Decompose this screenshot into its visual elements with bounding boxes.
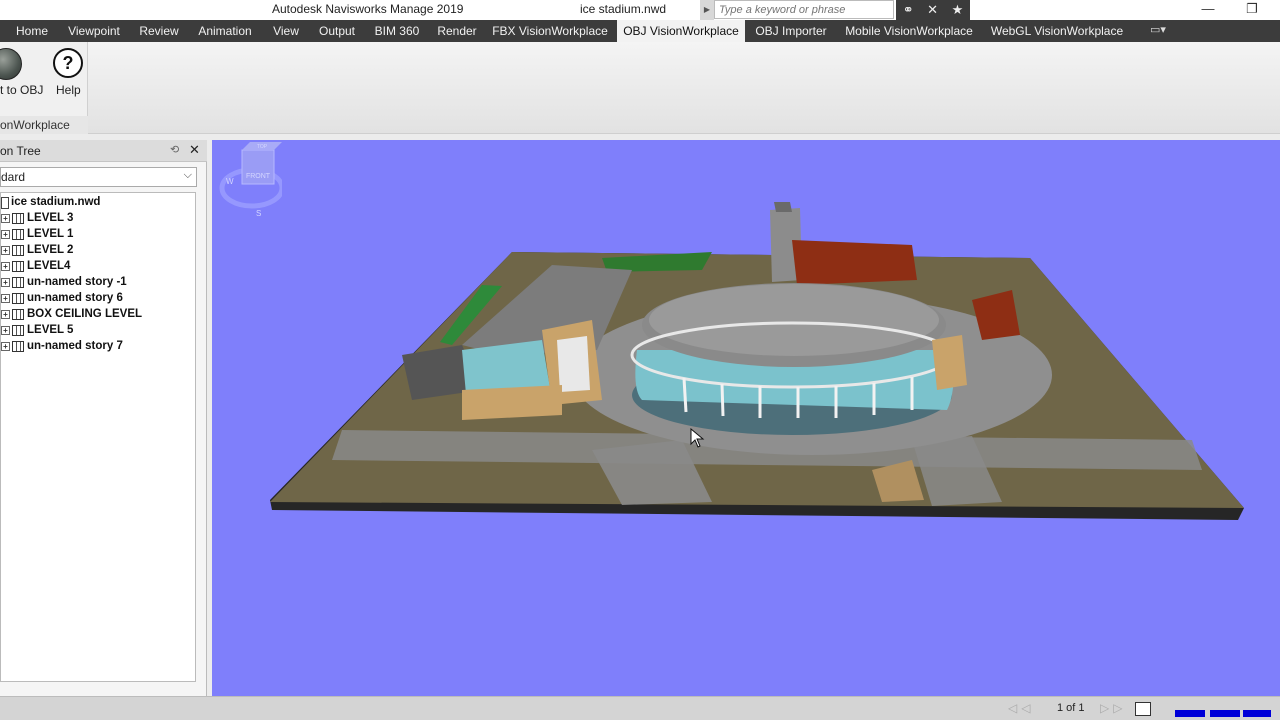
tab-render[interactable]: Render xyxy=(432,20,482,42)
mouse-cursor-icon xyxy=(690,428,705,448)
tab-review[interactable]: Review xyxy=(134,20,184,42)
next-last-sheet-icon[interactable]: ▷▷ xyxy=(1100,701,1126,715)
layer-icon xyxy=(12,277,24,288)
close-icon[interactable]: ✕ xyxy=(189,142,200,158)
arena-roof-top xyxy=(649,284,939,356)
tab-mobile-visionworkplace[interactable]: Mobile VisionWorkplace xyxy=(840,20,978,42)
viewcube[interactable]: FRONT TOP W S xyxy=(212,140,282,216)
favorites-star-icon[interactable]: ★ xyxy=(952,2,964,18)
pin-icon[interactable]: ⟲ xyxy=(170,143,179,156)
3d-viewport[interactable]: FRONT TOP W S xyxy=(212,140,1280,696)
restore-button[interactable]: ❐ xyxy=(1230,0,1274,20)
selection-tree: ice stadium.nwd + LEVEL 3 + LEVEL 1 + LE… xyxy=(0,192,196,682)
help-button[interactable]: Help xyxy=(56,83,81,97)
ribbon-group-title: onWorkplace xyxy=(0,116,88,134)
tab-webgl-visionworkplace[interactable]: WebGL VisionWorkplace xyxy=(986,20,1128,42)
tree-item-label: LEVEL4 xyxy=(27,260,71,272)
layer-icon xyxy=(12,293,24,304)
selection-tree-panel: on Tree ⟲ ✕ dard ⌵ ice stadium.nwd + LEV… xyxy=(0,140,207,696)
tower-top xyxy=(774,202,792,212)
expand-icon[interactable]: + xyxy=(1,230,10,239)
layer-icon xyxy=(12,341,24,352)
podium-tan xyxy=(462,385,562,420)
panel-header: on Tree ⟲ ✕ xyxy=(0,140,207,162)
status-bar: ◁◁ 1 of 1 ▷▷ xyxy=(0,696,1280,720)
app-title: Autodesk Navisworks Manage 2019 xyxy=(272,2,464,16)
layer-icon xyxy=(12,261,24,272)
tree-item-label: LEVEL 1 xyxy=(27,228,74,240)
navisworks-window: Autodesk Navisworks Manage 2019 ice stad… xyxy=(0,0,1280,720)
tab-output[interactable]: Output xyxy=(313,20,361,42)
tree-item-label: LEVEL 5 xyxy=(27,324,74,336)
ribbon-panel: ? rt to OBJ Help onWorkplace xyxy=(0,42,1280,134)
page-count: 1 of 1 xyxy=(1057,702,1085,714)
tree-root-label: ice stadium.nwd xyxy=(11,196,101,208)
tab-viewpoint[interactable]: Viewpoint xyxy=(62,20,126,42)
tree-item-label: un-named story 7 xyxy=(27,340,123,352)
search-expand-icon[interactable]: ▶ xyxy=(700,0,714,20)
ribbon-options-icon[interactable]: ▭▾ xyxy=(1150,23,1180,39)
dropdown-value: dard xyxy=(1,170,26,184)
help-icon[interactable]: ? xyxy=(53,48,83,78)
viewcube-top-label[interactable]: TOP xyxy=(257,144,268,150)
tree-item-label: LEVEL 2 xyxy=(27,244,74,256)
layer-icon xyxy=(12,245,24,256)
convert-obj-icon[interactable] xyxy=(0,48,22,80)
layer-icon xyxy=(12,325,24,336)
layer-icon xyxy=(12,309,24,320)
first-prev-sheet-icon[interactable]: ◁◁ xyxy=(1008,701,1034,715)
tab-view[interactable]: View xyxy=(266,20,306,42)
expand-icon[interactable]: + xyxy=(1,326,10,335)
expand-icon[interactable]: + xyxy=(1,246,10,255)
tree-item-label: BOX CEILING LEVEL xyxy=(27,308,143,320)
tab-bim360[interactable]: BIM 360 xyxy=(370,20,424,42)
file-icon xyxy=(1,197,9,209)
compass-west-label[interactable]: W xyxy=(226,177,234,186)
layer-icon xyxy=(12,229,24,240)
expand-icon[interactable]: + xyxy=(1,294,10,303)
tree-item-label: un-named story 6 xyxy=(27,292,123,304)
compass-south-label[interactable]: S xyxy=(256,209,261,216)
disk-performance-icon[interactable] xyxy=(1210,701,1240,717)
stadium-model xyxy=(270,202,1244,520)
viewcube-face-label[interactable]: FRONT xyxy=(246,173,271,180)
tower-windows xyxy=(557,336,590,392)
title-tools: ⚭ ✕ ★ xyxy=(896,0,970,20)
convert-to-obj-button[interactable]: rt to OBJ xyxy=(0,83,43,97)
expand-icon[interactable]: + xyxy=(1,310,10,319)
tree-mode-dropdown[interactable]: dard ⌵ xyxy=(0,167,197,187)
document-title: ice stadium.nwd xyxy=(580,2,667,16)
tab-fbx-visionworkplace[interactable]: FBX VisionWorkplace xyxy=(490,20,610,42)
title-bar: Autodesk Navisworks Manage 2019 ice stad… xyxy=(0,0,1280,20)
wing-tan xyxy=(932,335,967,390)
expand-icon[interactable]: + xyxy=(1,262,10,271)
pencil-performance-icon[interactable] xyxy=(1175,701,1205,717)
ribbon-tabs: Home Viewpoint Review Animation View Out… xyxy=(0,20,1280,42)
tree-item-label: un-named story -1 xyxy=(27,276,127,288)
tree-item-label: LEVEL 3 xyxy=(27,212,74,224)
web-server-performance-icon[interactable] xyxy=(1243,701,1273,717)
red-building xyxy=(792,240,917,285)
layer-icon xyxy=(12,213,24,224)
tab-obj-visionworkplace[interactable]: OBJ VisionWorkplace xyxy=(617,20,745,42)
sheet-browser-icon[interactable] xyxy=(1135,702,1151,716)
expand-icon[interactable]: + xyxy=(1,342,10,351)
panel-title: on Tree xyxy=(0,144,41,158)
chevron-down-icon: ⌵ xyxy=(183,169,192,181)
minimize-button[interactable]: — xyxy=(1186,0,1230,20)
ribbon-group-visionworkplace: ? rt to OBJ Help onWorkplace xyxy=(0,42,88,134)
search-input[interactable] xyxy=(714,0,894,19)
tab-home[interactable]: Home xyxy=(10,20,54,42)
binoculars-icon[interactable]: ⚭ xyxy=(903,2,914,18)
tab-obj-importer[interactable]: OBJ Importer xyxy=(752,20,830,42)
tab-animation[interactable]: Animation xyxy=(192,20,258,42)
subscription-icon[interactable]: ✕ xyxy=(927,2,938,18)
expand-icon[interactable]: + xyxy=(1,278,10,287)
expand-icon[interactable]: + xyxy=(1,214,10,223)
